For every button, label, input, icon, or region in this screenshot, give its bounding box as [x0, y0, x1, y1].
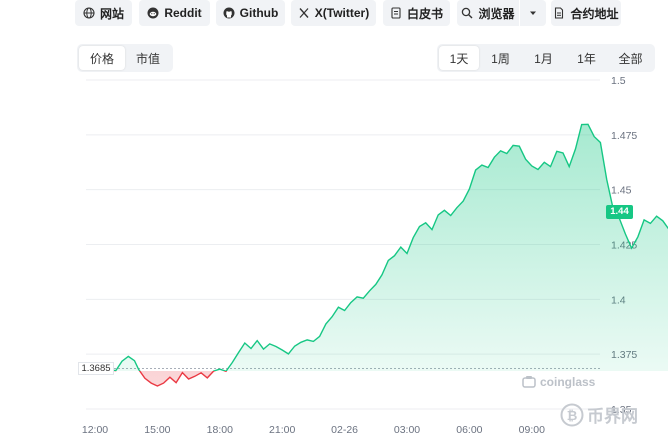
whitepaper-link-label: 白皮书 [406, 6, 443, 21]
globe-icon [83, 7, 95, 19]
y-tick-label: 1.475 [611, 130, 637, 142]
github-icon [223, 7, 235, 19]
svg-text:₿: ₿ [567, 408, 578, 423]
bitcoin-icon: ₿ [560, 403, 584, 426]
tab-market-cap[interactable]: 市值 [125, 46, 171, 70]
reddit-link-label: Reddit [164, 6, 202, 20]
github-link-button[interactable]: Github [216, 0, 285, 26]
explorer-dropdown-button[interactable] [520, 0, 546, 26]
x-tick-label: 06:00 [456, 424, 482, 436]
whitepaper-link-button[interactable]: 白皮书 [383, 0, 450, 26]
chevron-down-icon [530, 11, 536, 15]
contract-address-button[interactable]: 合约地址 [551, 0, 621, 26]
bijie-watermark-text: 币界网 [587, 407, 638, 426]
tab-all[interactable]: 全部 [608, 46, 653, 70]
twitter-link-button[interactable]: X(Twitter) [291, 0, 376, 26]
price-area-up [100, 124, 668, 371]
x-tick-label: 02-26 [331, 424, 358, 436]
reddit-icon [147, 7, 159, 19]
twitter-link-label: X(Twitter) [314, 6, 370, 20]
x-axis-ticks: 12:00 15:00 18:00 21:00 02-26 03:00 06:00 09:00 [82, 424, 545, 436]
time-range-tabs: 1天 1周 1月 1年 全部 [437, 44, 655, 72]
contract-address-label: 合约地址 [570, 6, 619, 21]
tab-price[interactable]: 价格 [79, 46, 125, 70]
github-link-label: Github [239, 6, 279, 20]
reference-price-badge: 1.3685 [78, 361, 114, 375]
tab-1-week[interactable]: 1周 [479, 46, 522, 70]
x-tick-label: 09:00 [519, 424, 545, 436]
x-icon [299, 8, 309, 18]
document-icon [391, 7, 401, 19]
x-tick-label: 12:00 [82, 424, 108, 436]
y-tick-label: 1.5 [611, 75, 626, 87]
explorer-link-button[interactable]: 浏览器 [457, 0, 519, 26]
tab-1-month[interactable]: 1月 [522, 46, 565, 70]
website-link-button[interactable]: 网站 [75, 0, 132, 26]
y-tick-label: 1.45 [611, 185, 632, 197]
tab-1-day[interactable]: 1天 [439, 46, 479, 70]
reddit-link-button[interactable]: Reddit [139, 0, 210, 26]
x-tick-label: 03:00 [394, 424, 420, 436]
x-tick-label: 18:00 [207, 424, 233, 436]
coinglass-watermark-text: coinglass [540, 375, 596, 389]
metric-toggle: 价格 市值 [77, 44, 173, 72]
link-bar: 网站 Reddit Github X(Twitter) 白皮书 浏览器 合约地址 [0, 0, 668, 28]
x-tick-label: 21:00 [269, 424, 295, 436]
coinglass-logo-icon [522, 376, 536, 388]
x-tick-label: 15:00 [144, 424, 170, 436]
tab-1-year[interactable]: 1年 [565, 46, 608, 70]
current-price-badge: 1.44 [606, 204, 633, 219]
explorer-link-label: 浏览器 [478, 6, 515, 21]
bijie-watermark: ₿ 币界网 [560, 402, 638, 427]
coinglass-watermark: coinglass [522, 375, 595, 389]
search-icon [462, 7, 473, 19]
contract-icon [555, 7, 564, 19]
website-link-label: 网站 [99, 6, 124, 21]
